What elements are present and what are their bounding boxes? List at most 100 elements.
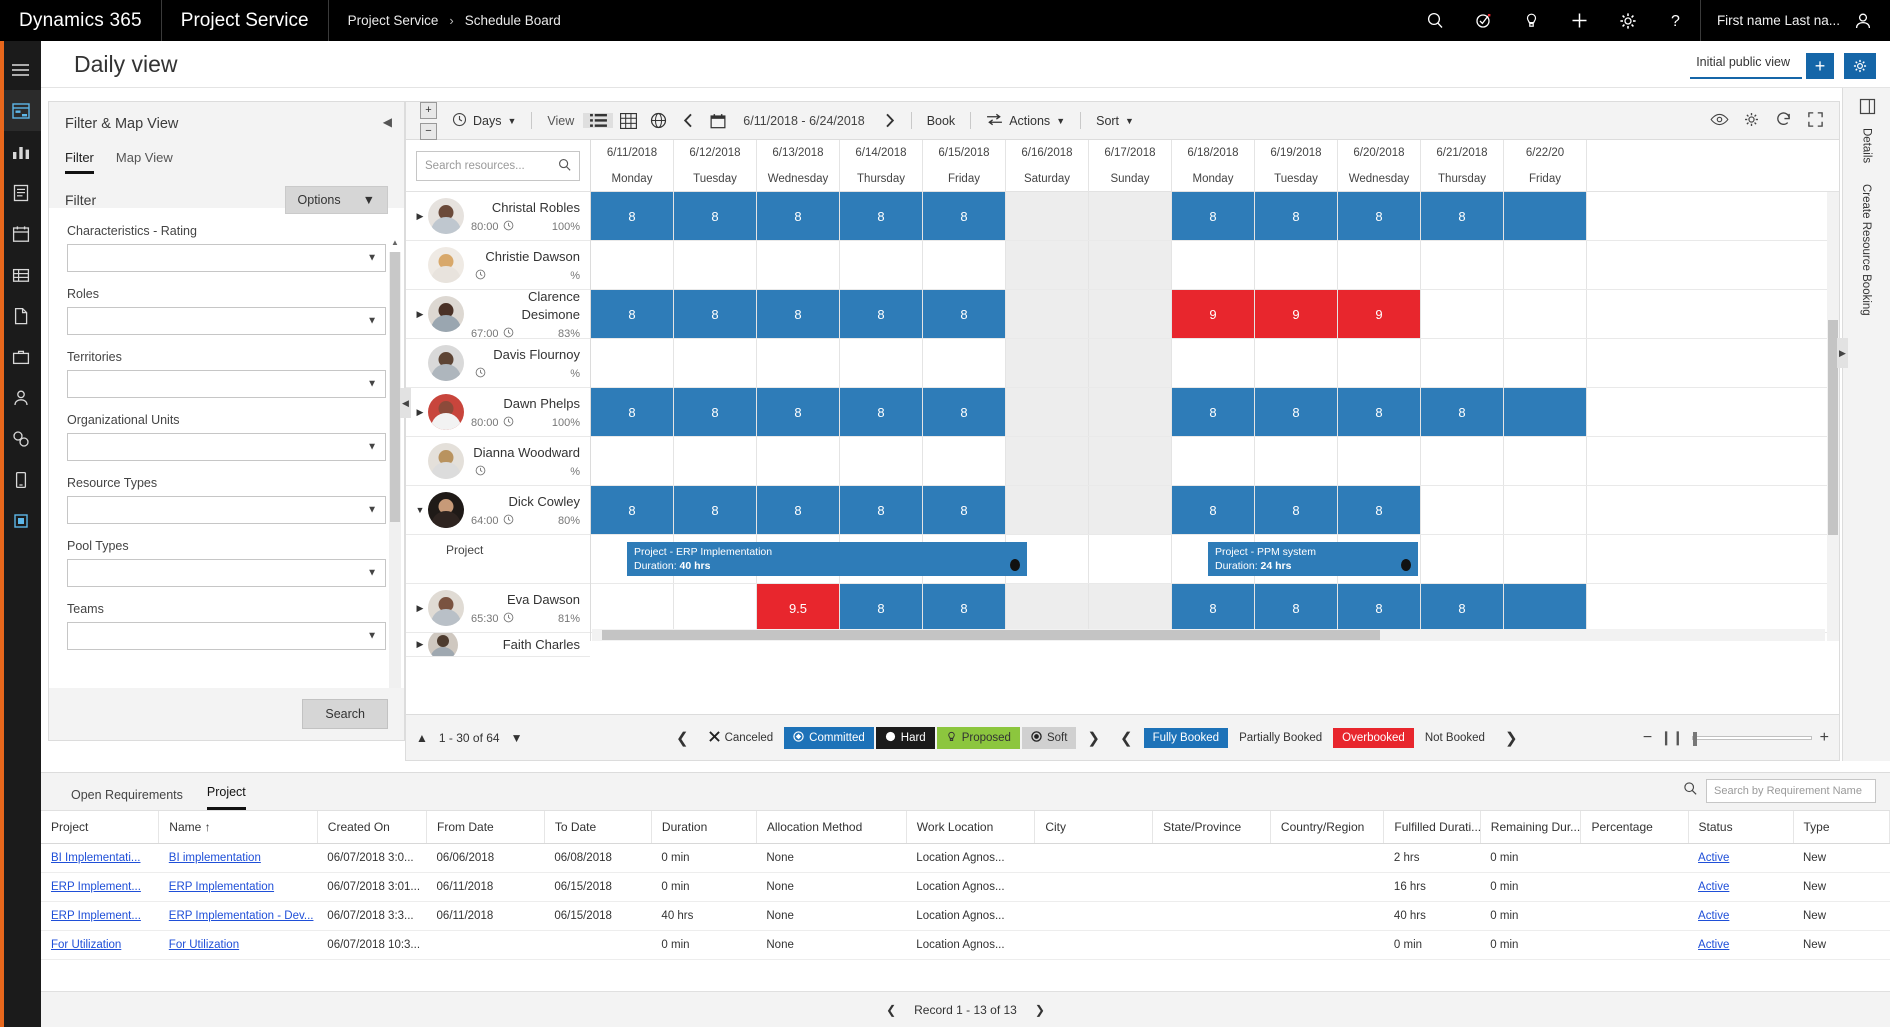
booking-cell[interactable]: 8 xyxy=(1172,388,1255,436)
booking-cell[interactable] xyxy=(591,437,674,485)
project-link[interactable]: BI Implementati... xyxy=(51,852,140,864)
grid-view-icon[interactable] xyxy=(613,112,643,129)
cell-status[interactable]: Active xyxy=(1688,843,1793,873)
board-settings-button[interactable] xyxy=(1844,53,1876,79)
resource-row-dianna-woodward[interactable]: Dianna Woodward % xyxy=(406,437,590,486)
booking-cell[interactable] xyxy=(1089,584,1172,632)
collapse-left-panel-handle[interactable]: ◀ xyxy=(400,388,411,418)
booking-cell[interactable] xyxy=(1504,339,1587,387)
booking-cell[interactable] xyxy=(923,437,1006,485)
booking-cell[interactable] xyxy=(757,241,840,289)
booking-cell[interactable]: 8 xyxy=(923,486,1006,534)
booking-cell[interactable]: 8 xyxy=(923,388,1006,436)
booking-cell[interactable] xyxy=(1172,241,1255,289)
column-header-duration[interactable]: Duration xyxy=(651,811,757,844)
booking-cell[interactable]: 8 xyxy=(1172,192,1255,240)
sidebar-item-activities[interactable] xyxy=(0,172,41,213)
sidebar-item-calendar[interactable] xyxy=(0,213,41,254)
book-button[interactable]: Book xyxy=(918,114,965,128)
list-view-icon[interactable] xyxy=(583,113,614,128)
table-row[interactable]: BI Implementati... BI implementation 06/… xyxy=(41,843,1890,873)
booking-cell[interactable]: 8 xyxy=(1255,192,1338,240)
column-header-type[interactable]: Type xyxy=(1793,811,1890,844)
hamburger-menu-icon[interactable] xyxy=(0,49,41,90)
table-row[interactable]: ERP Implement... ERP Implementation - De… xyxy=(41,901,1890,931)
teams-input[interactable]: ▼ xyxy=(67,622,386,650)
booking-cell[interactable] xyxy=(1504,290,1587,338)
page-up-icon[interactable]: ▲ xyxy=(416,731,428,745)
booking-cell[interactable]: 8 xyxy=(1421,388,1504,436)
expand-arrow-icon[interactable]: ▶ xyxy=(414,407,426,418)
cell-name[interactable]: ERP Implementation xyxy=(158,872,318,902)
search-icon[interactable] xyxy=(558,158,572,175)
booking-cell[interactable]: 8 xyxy=(674,192,757,240)
booking-cell[interactable] xyxy=(1255,437,1338,485)
booking-cell[interactable]: 8 xyxy=(674,388,757,436)
booking-cell[interactable] xyxy=(1504,535,1587,583)
board-settings-gear-icon[interactable] xyxy=(1735,111,1767,131)
booking-cell[interactable] xyxy=(1006,584,1089,632)
booking-cell[interactable]: 8 xyxy=(840,486,923,534)
project-link[interactable]: ERP Implement... xyxy=(51,881,141,893)
view-selector-tab[interactable]: Initial public view xyxy=(1696,55,1790,73)
legend-fully-booked[interactable]: Fully Booked xyxy=(1143,727,1229,748)
sidebar-item-settings-module[interactable] xyxy=(0,500,41,541)
column-header-allocation-method[interactable]: Allocation Method xyxy=(756,811,907,844)
booking-cell-overbooked[interactable]: 9 xyxy=(1338,290,1421,338)
booking-cell[interactable]: 8 xyxy=(923,192,1006,240)
resource-row-clarence-desimone[interactable]: ▶ Clarence Desimone 67:00 83% xyxy=(406,289,590,340)
cell-project[interactable]: ERP Implement... xyxy=(41,901,159,931)
details-panel-icon[interactable] xyxy=(1843,98,1890,120)
booking-cell[interactable]: 8 xyxy=(840,290,923,338)
column-header-percentage[interactable]: Percentage xyxy=(1580,811,1689,844)
booking-cell[interactable]: 8 xyxy=(840,388,923,436)
booking-cell-overbooked[interactable]: 9 xyxy=(1255,290,1338,338)
collapse-arrow-icon[interactable]: ▼ xyxy=(414,505,426,515)
next-period-button[interactable] xyxy=(875,113,905,128)
booking-cell[interactable]: 8 xyxy=(757,290,840,338)
booking-cell[interactable] xyxy=(1089,339,1172,387)
resource-types-input[interactable]: ▼ xyxy=(67,496,386,524)
sidebar-item-mobile[interactable] xyxy=(0,459,41,500)
column-header-created-on[interactable]: Created On xyxy=(317,811,428,844)
booking-cell[interactable]: 8 xyxy=(1421,192,1504,240)
resource-row-davis-flournoy[interactable]: Davis Flournoy % xyxy=(406,339,590,388)
previous-period-button[interactable] xyxy=(673,113,703,128)
booking-cell[interactable] xyxy=(591,584,674,632)
column-header-fulfilled-duration[interactable]: Fulfilled Durati... xyxy=(1383,811,1481,844)
booking-cell[interactable] xyxy=(923,339,1006,387)
column-header-state-province[interactable]: State/Province xyxy=(1152,811,1271,844)
assistant-icon[interactable] xyxy=(1460,0,1508,41)
scroll-up-arrow-icon[interactable]: ▲ xyxy=(389,236,401,250)
booking-cell[interactable]: 8 xyxy=(1338,584,1421,632)
column-header-project[interactable]: Project xyxy=(41,811,160,844)
booking-cell[interactable]: 8 xyxy=(757,192,840,240)
booking-cell[interactable] xyxy=(1089,437,1172,485)
legend-prev-button[interactable]: ❮ xyxy=(666,729,699,747)
booking-cell[interactable] xyxy=(1006,388,1089,436)
details-label[interactable]: Details xyxy=(1861,128,1873,163)
table-row[interactable]: ERP Implement... ERP Implementation 06/0… xyxy=(41,872,1890,902)
booking-cell[interactable]: 8 xyxy=(1421,584,1504,632)
cell-project[interactable]: For Utilization xyxy=(41,930,159,960)
booking-cell[interactable] xyxy=(1255,339,1338,387)
booking-cell[interactable] xyxy=(1172,339,1255,387)
collapse-rows-icon[interactable]: − xyxy=(420,122,437,140)
booking-cell[interactable]: 8 xyxy=(1255,486,1338,534)
booking-cell[interactable] xyxy=(1006,339,1089,387)
expand-fullscreen-icon[interactable] xyxy=(1799,111,1831,131)
status-link[interactable]: Active xyxy=(1698,939,1729,951)
booking-cell[interactable] xyxy=(840,437,923,485)
status-link[interactable]: Active xyxy=(1698,881,1729,893)
brand-dynamics365[interactable]: Dynamics 365 xyxy=(0,0,162,41)
expand-arrow-icon[interactable]: ▶ xyxy=(414,309,426,320)
eye-icon[interactable] xyxy=(1703,113,1735,129)
create-resource-booking-label[interactable]: Create Resource Booking xyxy=(1860,184,1872,316)
column-header-remaining-duration[interactable]: Remaining Dur... xyxy=(1480,811,1582,844)
search-requirement-input[interactable]: Search by Requirement Name xyxy=(1706,779,1876,803)
expand-rows-icon[interactable]: + xyxy=(420,101,437,119)
tab-filter[interactable]: Filter xyxy=(65,150,94,174)
timeline-vertical-scrollbar[interactable] xyxy=(1827,192,1839,641)
booking-cell[interactable] xyxy=(1089,535,1172,583)
collapse-filter-panel-icon[interactable]: ◀ xyxy=(383,115,392,129)
